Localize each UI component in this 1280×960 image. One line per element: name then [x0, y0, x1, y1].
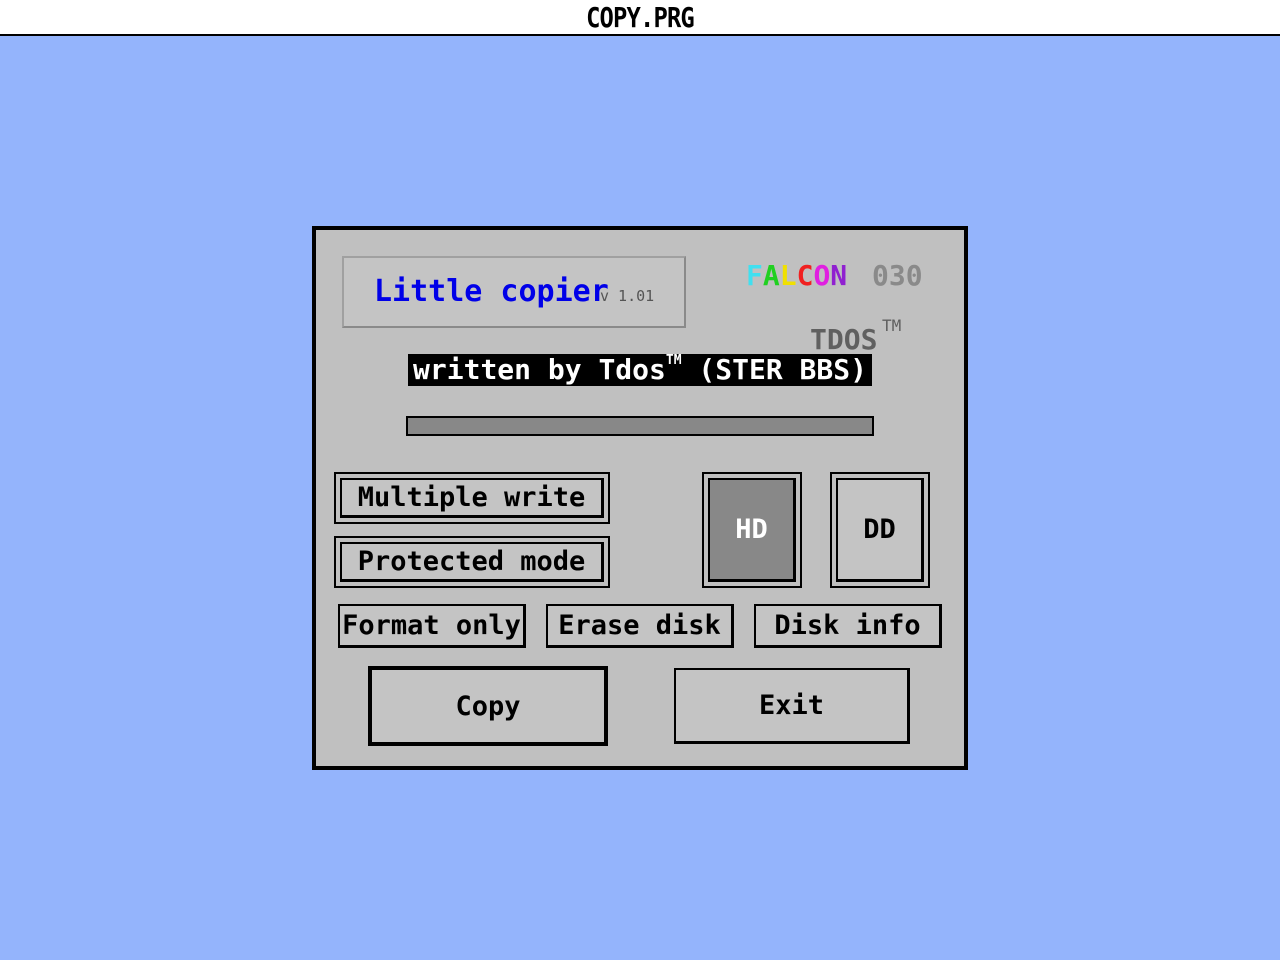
multiple-write-button[interactable]: Multiple write	[340, 478, 604, 518]
protected-mode-button[interactable]: Protected mode	[340, 542, 604, 582]
progress-bar	[406, 416, 874, 436]
falcon-letter: N	[830, 259, 848, 292]
multiple-write-toggle[interactable]: Multiple write	[334, 472, 610, 524]
dd-button[interactable]: DD	[836, 478, 924, 582]
format-only-button[interactable]: Format only	[338, 604, 526, 648]
hd-button[interactable]: HD	[708, 478, 796, 582]
falcon-letter: C	[796, 259, 814, 292]
tdos-trademark: TM	[882, 316, 902, 335]
credit-trademark: TM	[665, 353, 682, 368]
hd-density-toggle[interactable]: HD	[702, 472, 802, 588]
copier-dialog: Little copier v 1.01 FALCON 030 TDOS TM …	[312, 226, 968, 770]
credit-prefix: written by Tdos	[413, 353, 666, 386]
disk-info-button[interactable]: Disk info	[754, 604, 942, 648]
credit-banner: written by TdosTM (STER BBS)	[408, 354, 872, 386]
credit-suffix: (STER BBS)	[681, 353, 867, 386]
falcon-logo: FALCON 030	[746, 258, 923, 294]
copy-button[interactable]: Copy	[368, 666, 608, 746]
app-version: v 1.01	[600, 287, 655, 305]
protected-mode-toggle[interactable]: Protected mode	[334, 536, 610, 588]
title-box: Little copier v 1.01	[342, 256, 686, 328]
falcon-letter: F	[746, 259, 763, 292]
falcon-letter: A	[762, 259, 780, 292]
falcon-model: 030	[872, 259, 923, 292]
exit-button[interactable]: Exit	[674, 668, 910, 744]
menubar: COPY.PRG	[0, 0, 1280, 36]
falcon-letter: L	[779, 259, 797, 292]
app-title: Little copier	[374, 274, 609, 309]
dd-density-toggle[interactable]: DD	[830, 472, 930, 588]
window-title: COPY.PRG	[586, 1, 695, 34]
falcon-letter: O	[813, 259, 831, 292]
erase-disk-button[interactable]: Erase disk	[546, 604, 734, 648]
